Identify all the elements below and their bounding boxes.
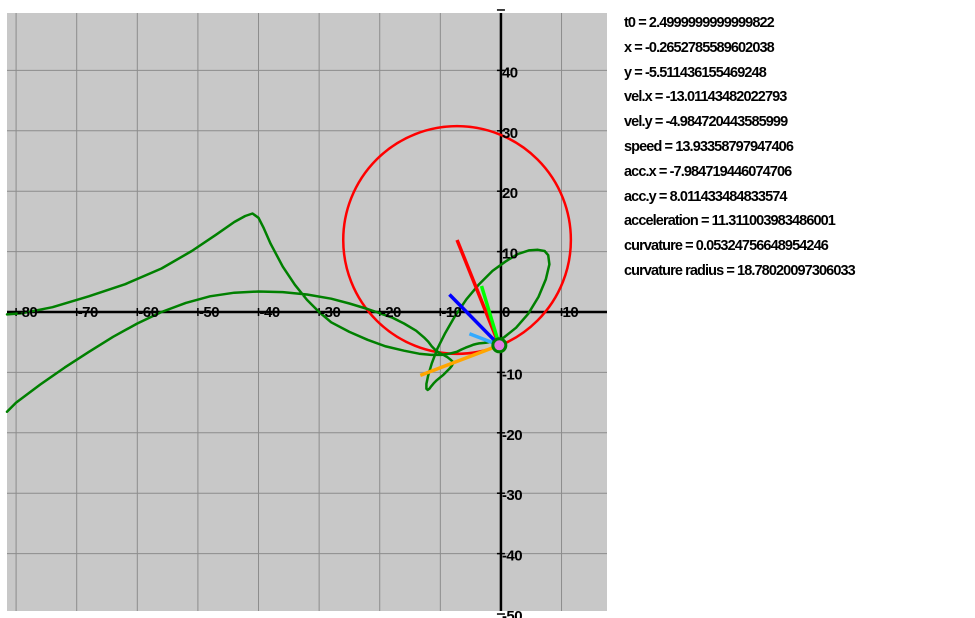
- readout-t0: t0 = 2.4999999999999822: [624, 15, 775, 31]
- x-tick-label: -30: [320, 304, 340, 321]
- trajectory-chart: -80 -70 -60 -50 -40 -30 -20 -10 0 10 -50 -40 -30 -20 -…: [5, 9, 607, 618]
- x-tick-label: -20: [381, 304, 401, 321]
- readout-curvature: curvature = 0.05324756648954246: [624, 238, 829, 255]
- readout-vel-x: vel.x = -13.01143482022793: [624, 89, 787, 106]
- y-tick-label: -30: [502, 487, 522, 504]
- x-tick-label: 0: [502, 304, 510, 321]
- x-tick-label: -40: [260, 304, 280, 321]
- y-tick-label: 20: [502, 185, 518, 202]
- readout-vel-y: vel.y = -4.984720443585999: [624, 114, 788, 131]
- readout-acceleration: acceleration = 11.311003983486001: [624, 213, 836, 230]
- readout-speed: speed = 13.93358797947406: [624, 138, 794, 155]
- y-tick-label: 40: [502, 64, 518, 81]
- y-tick-label: -20: [502, 427, 522, 444]
- x-tick-label: -60: [138, 304, 158, 321]
- readout-acc-x: acc.x = -7.984719446074706: [624, 163, 792, 180]
- x-tick-label: -10: [441, 304, 461, 321]
- point-layer: [491, 337, 508, 354]
- x-tick-label: -70: [78, 304, 98, 321]
- y-tick-label: -50: [502, 608, 522, 618]
- y-tick-label: -40: [502, 548, 522, 565]
- y-tick-label: -10: [502, 366, 522, 383]
- current-point: [491, 337, 508, 354]
- x-tick-label: -80: [17, 304, 37, 321]
- readout-curvature-radius: curvature radius = 18.78020097306033: [624, 262, 856, 279]
- x-tick-label: 10: [563, 304, 579, 321]
- y-tick-label: 30: [502, 125, 518, 142]
- y-tick-label: 10: [502, 246, 518, 263]
- readout-y: y = -5.511436155469248: [624, 64, 767, 81]
- readout-x: x = -0.2652785589602038: [624, 39, 775, 56]
- readout-acc-y: acc.y = 8.011433484833574: [624, 188, 787, 205]
- readout-panel: t0 = 2.4999999999999822 x = -0.265278558…: [624, 11, 856, 284]
- x-tick-label: -50: [199, 304, 219, 321]
